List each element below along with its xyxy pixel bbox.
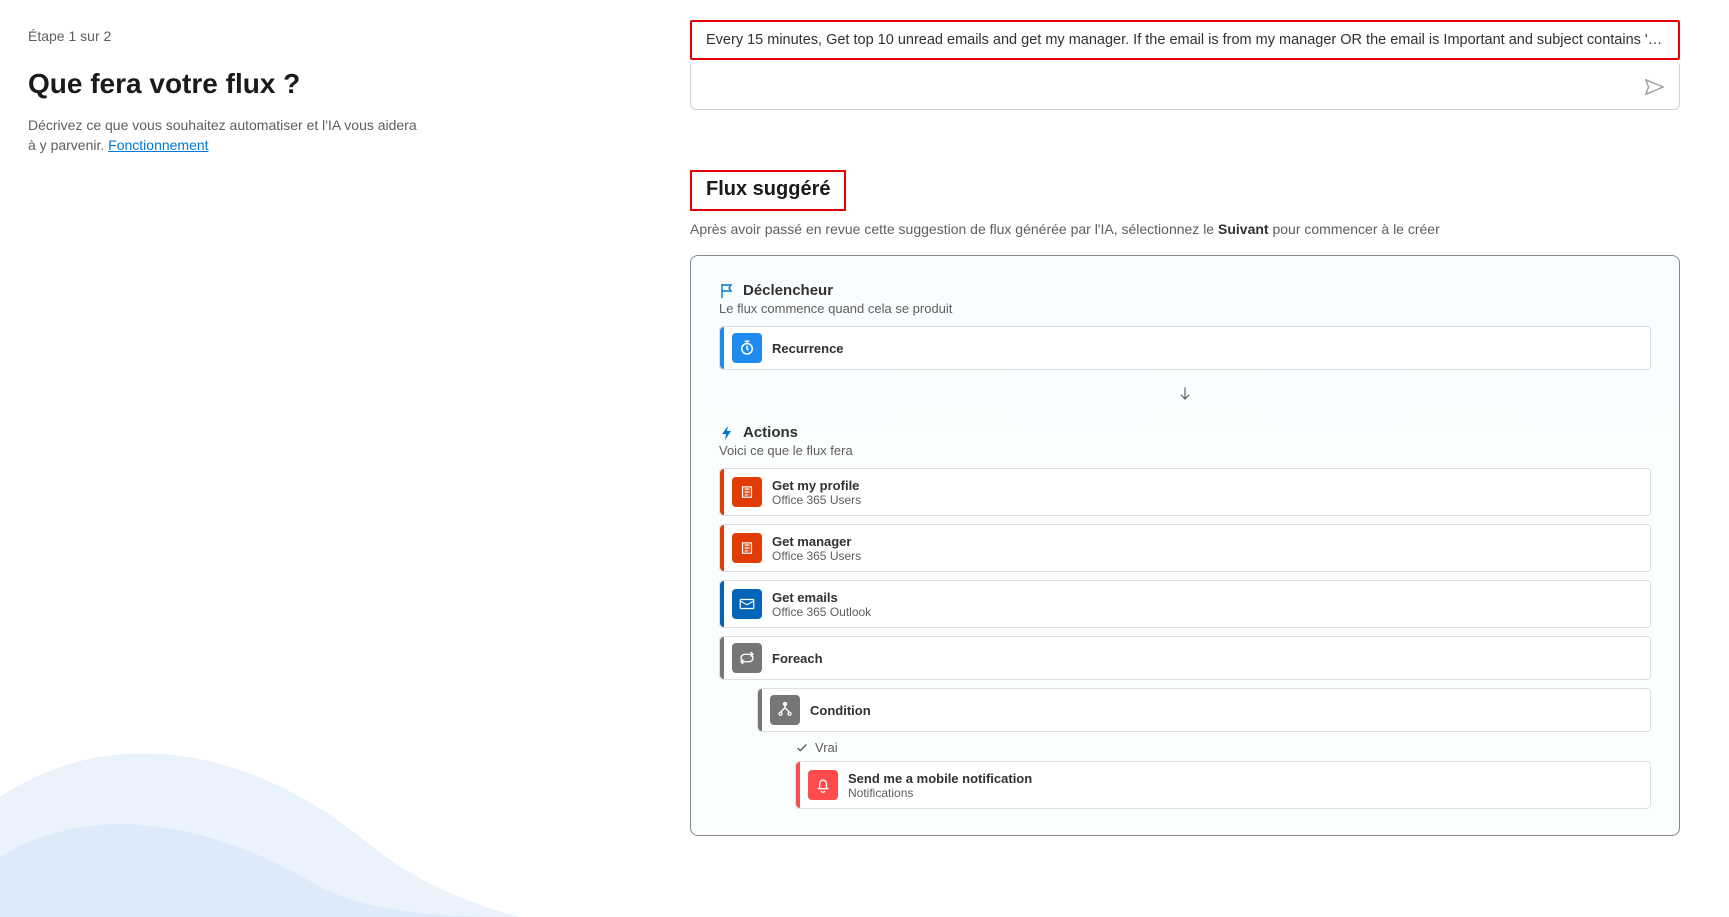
decorative-wave: [0, 677, 520, 917]
step-title: Get manager: [772, 534, 861, 549]
review-text-prefix: Après avoir passé en revue cette suggest…: [690, 221, 1218, 237]
how-it-works-link[interactable]: Fonctionnement: [108, 137, 208, 153]
send-icon[interactable]: [1643, 76, 1665, 98]
actions-title: Actions: [743, 424, 798, 441]
actions-subtitle: Voici ce que le flux fera: [719, 443, 1651, 458]
review-text-bold: Suivant: [1218, 221, 1269, 237]
action-step[interactable]: Foreach: [719, 636, 1651, 680]
trigger-step-recurrence[interactable]: Recurrence: [719, 326, 1651, 370]
step-accent: [720, 581, 724, 627]
step-title: Send me a mobile notification: [848, 771, 1032, 786]
trigger-title: Déclencheur: [743, 282, 833, 299]
prompt-input[interactable]: Every 15 minutes, Get top 10 unread emai…: [690, 20, 1680, 60]
prompt-input-row: [690, 64, 1680, 110]
step-title: Get my profile: [772, 478, 861, 493]
action-step[interactable]: Send me a mobile notificationNotificatio…: [795, 761, 1651, 809]
step-title: Recurrence: [772, 341, 844, 356]
step-accent: [720, 525, 724, 571]
step-title: Get emails: [772, 590, 871, 605]
step-label: Étape 1 sur 2: [28, 28, 428, 44]
condition-true-label: Vrai: [795, 740, 1651, 755]
right-panel: Every 15 minutes, Get top 10 unread emai…: [690, 20, 1680, 836]
step-accent: [720, 469, 724, 515]
bell-icon: [808, 770, 838, 800]
trigger-header: Déclencheur: [719, 282, 1651, 299]
office-icon: [732, 533, 762, 563]
loop-icon: [732, 643, 762, 673]
step-title: Foreach: [772, 651, 823, 666]
step-subtitle: Office 365 Users: [772, 549, 861, 563]
office-icon: [732, 477, 762, 507]
step-subtitle: Office 365 Outlook: [772, 605, 871, 619]
step-accent: [758, 689, 762, 731]
flag-icon: [719, 283, 735, 299]
action-step[interactable]: Get emailsOffice 365 Outlook: [719, 580, 1651, 628]
step-accent: [796, 762, 800, 808]
action-step[interactable]: Get managerOffice 365 Users: [719, 524, 1651, 572]
actions-header: Actions: [719, 424, 1651, 441]
suggested-flow-heading: Flux suggéré: [690, 170, 846, 211]
step-accent: [720, 637, 724, 679]
description: Décrivez ce que vous souhaitez automatis…: [28, 116, 428, 155]
suggested-flow-card: Déclencheur Le flux commence quand cela …: [690, 255, 1680, 836]
left-panel: Étape 1 sur 2 Que fera votre flux ? Décr…: [28, 28, 428, 155]
step-accent: [720, 327, 724, 369]
bolt-icon: [719, 425, 735, 441]
outlook-icon: [732, 589, 762, 619]
arrow-down-icon: [719, 384, 1651, 410]
page-title: Que fera votre flux ?: [28, 68, 428, 100]
step-subtitle: Office 365 Users: [772, 493, 861, 507]
action-step[interactable]: Get my profileOffice 365 Users: [719, 468, 1651, 516]
action-step[interactable]: Condition: [757, 688, 1651, 732]
review-instruction: Après avoir passé en revue cette suggest…: [690, 221, 1680, 237]
description-text: Décrivez ce que vous souhaitez automatis…: [28, 117, 417, 153]
step-subtitle: Notifications: [848, 786, 1032, 800]
trigger-subtitle: Le flux commence quand cela se produit: [719, 301, 1651, 316]
review-text-suffix: pour commencer à le créer: [1269, 221, 1440, 237]
actions-list: Get my profileOffice 365 UsersGet manage…: [719, 468, 1651, 809]
step-title: Condition: [810, 703, 871, 718]
clock-icon: [732, 333, 762, 363]
branch-icon: [770, 695, 800, 725]
